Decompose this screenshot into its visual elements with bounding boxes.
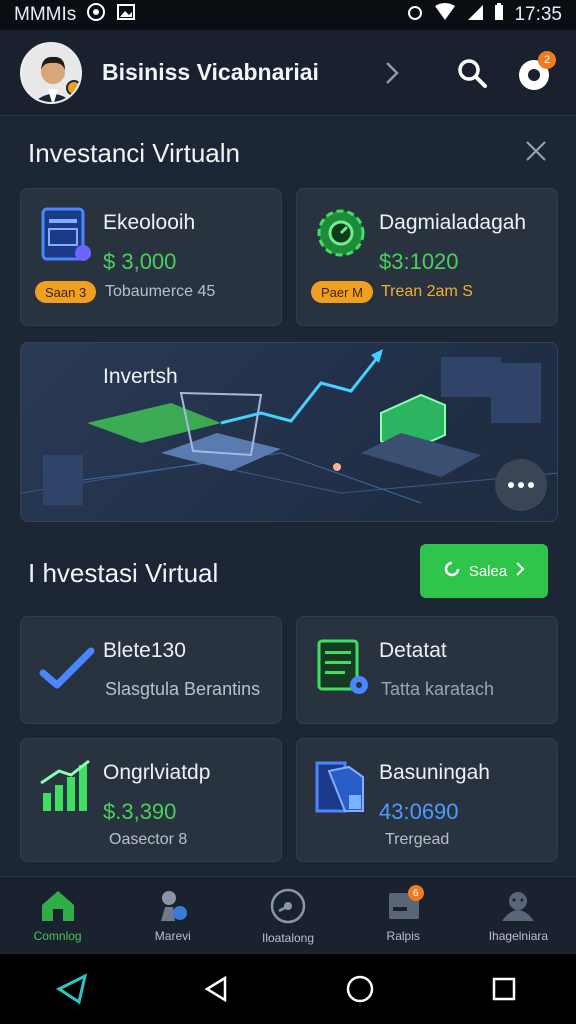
investment-illustration — [21, 349, 557, 511]
investment-card[interactable]: Dagmialadagah $3:1020 Paer M Trean 2am S — [296, 188, 558, 326]
card-title: Ekeolooih — [103, 211, 196, 234]
card-value: 43:0690 — [379, 799, 459, 824]
people-icon — [160, 890, 187, 921]
home-button[interactable] — [330, 959, 390, 1019]
refresh-icon — [443, 560, 461, 582]
feature-card[interactable]: Detatat Tatta karatach — [296, 616, 558, 724]
card-subtitle: Slasgtula Berantins — [105, 679, 261, 699]
nav-label: Ihagelniara — [488, 928, 549, 943]
select-button[interactable]: Salea — [420, 544, 548, 598]
card-value: $.3,390 — [103, 799, 177, 824]
card-title: Ongrlviatdp — [103, 761, 211, 784]
card-value: $ 3,000 — [103, 249, 177, 274]
nav-label: Iloatalong — [261, 930, 315, 945]
card-subtitle: Oasector 8 — [109, 831, 188, 848]
system-navigation — [0, 954, 576, 1024]
chevron-right-icon[interactable] — [372, 53, 412, 93]
card-title: Basuningah — [379, 761, 490, 784]
signal-icon — [466, 3, 484, 27]
card-subtitle: Tobaumerce 45 — [105, 283, 216, 300]
feature-card[interactable]: Basuningah 43:0690 Trergead — [296, 738, 558, 862]
app-title: Bisiniss Vicabnariai — [102, 59, 319, 85]
online-badge — [66, 79, 80, 96]
nav-item-marevi[interactable]: Marevi — [115, 877, 230, 954]
bar-chart-up-icon — [37, 757, 97, 817]
avatar[interactable] — [20, 41, 82, 104]
hero-banner[interactable]: Invertsh — [20, 342, 558, 522]
nav-label: Marevi — [154, 928, 191, 943]
wifi-icon — [434, 3, 456, 27]
building-icon — [313, 757, 373, 817]
select-button-label: Salea — [468, 562, 508, 580]
carrier-label: MMMIs — [14, 4, 77, 25]
recents-button[interactable] — [474, 959, 534, 1019]
bottom-navigation: Comnlog Marevi Iloatalong 6 Ralpis Ihage… — [0, 876, 576, 954]
card-title: Detatat — [379, 639, 447, 662]
status-pill: Paer M — [311, 281, 373, 303]
notification-badge: 2 — [538, 50, 556, 69]
document-chart-icon — [37, 205, 97, 265]
hero-title: Invertsh — [103, 365, 178, 388]
card-title: Blete130 — [103, 639, 186, 662]
notifications-button[interactable]: 2 — [512, 50, 556, 95]
image-icon — [116, 2, 136, 28]
status-bar: MMMIs 17:35 — [0, 0, 576, 30]
section-header-2: I hvestasi Virtual Salea — [28, 544, 548, 598]
card-title: Dagmialadagah — [379, 211, 527, 234]
nav-label: Comnlog — [33, 928, 82, 943]
triangle-logo-icon — [55, 973, 88, 1005]
card-subtitle: Tatta karatach — [381, 679, 495, 699]
search-button[interactable] — [450, 51, 494, 95]
user-group-icon — [502, 891, 535, 921]
close-icon[interactable] — [524, 139, 548, 168]
nav-item-ralpis[interactable]: 6 Ralpis — [346, 877, 461, 954]
app-bar: Bisiniss Vicabnariai 2 — [0, 30, 576, 116]
dial-icon — [270, 888, 306, 923]
card-subtitle: Trergead — [385, 831, 450, 848]
status-pill: Saan 3 — [35, 281, 97, 303]
nav-label: Ralpis — [386, 928, 420, 943]
back-icon — [204, 976, 227, 1002]
gear-coin-icon — [313, 205, 373, 265]
home-icon — [41, 890, 74, 921]
nav-item-ihagelniara[interactable]: Ihagelniara — [461, 877, 576, 954]
document-gear-icon — [313, 639, 373, 699]
main-content: Investanci Virtualn Ekeolooih $ 3,000 Sa… — [0, 116, 576, 876]
feature-card[interactable]: Ongrlviatdp $.3,390 Oasector 8 — [20, 738, 282, 862]
section-title: I hvestasi Virtual — [28, 558, 219, 588]
nav-item-iloatalong[interactable]: Iloatalong — [230, 877, 345, 954]
investment-card[interactable]: Ekeolooih $ 3,000 Saan 3 Tobaumerce 45 — [20, 188, 282, 326]
nav-badge: 6 — [407, 885, 424, 901]
nav-item-home[interactable]: Comnlog — [0, 877, 115, 954]
chevron-right-icon — [515, 561, 525, 581]
section-header-1: Investanci Virtualn — [28, 138, 548, 169]
search-icon — [458, 58, 487, 88]
sync-icon — [86, 2, 106, 28]
card-subtitle: Trean 2am S — [381, 283, 473, 300]
battery-icon — [494, 3, 504, 27]
back-button[interactable] — [186, 959, 246, 1019]
home-circle-icon — [346, 975, 374, 1003]
clock: 17:35 — [514, 4, 562, 25]
alarm-icon — [406, 3, 424, 27]
feature-card[interactable]: Blete130 Slasgtula Berantins — [20, 616, 282, 724]
card-value: $3:1020 — [379, 249, 459, 274]
recents-icon — [492, 977, 516, 1001]
checkmark-icon — [37, 639, 97, 699]
section-title: Investanci Virtualn — [28, 138, 240, 168]
assistant-button[interactable] — [42, 959, 102, 1019]
